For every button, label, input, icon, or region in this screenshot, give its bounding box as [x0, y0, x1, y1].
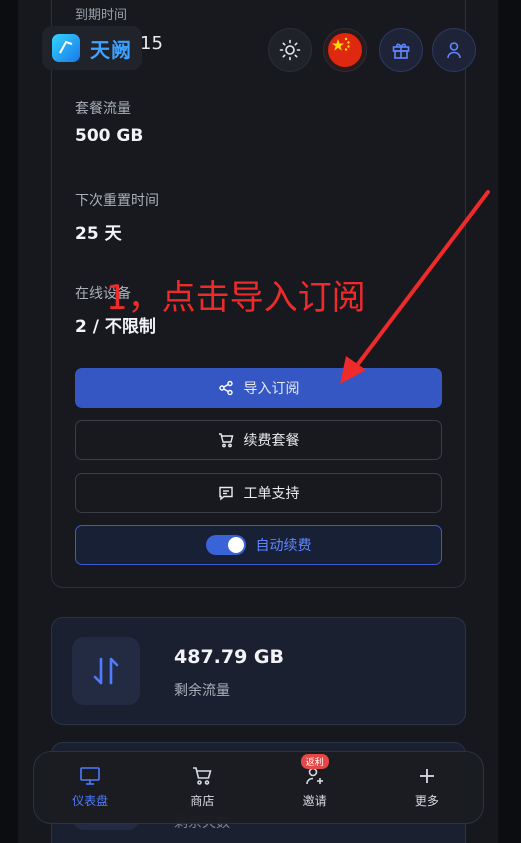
nav-invite[interactable]: 返利 邀请 [259, 752, 371, 823]
nav-dashboard[interactable]: 仪表盘 [34, 752, 146, 823]
nav-more[interactable]: 更多 [371, 752, 483, 823]
theme-toggle-button[interactable] [268, 28, 312, 72]
language-button[interactable] [323, 28, 367, 72]
renew-plan-label: 续费套餐 [243, 433, 300, 449]
import-subscription-button[interactable]: 导入订阅 [75, 368, 442, 408]
plan-traffic-value: 500 GB [75, 126, 144, 146]
gift-button[interactable] [379, 28, 423, 72]
user-plus-icon [305, 767, 323, 785]
reset-time-label: 下次重置时间 [75, 193, 159, 209]
gift-icon [392, 43, 410, 59]
auto-renew-switch[interactable] [205, 535, 246, 555]
plan-traffic-label: 套餐流量 [75, 101, 131, 117]
user-icon [447, 42, 461, 59]
share-icon [218, 380, 233, 396]
ticket-support-label: 工单支持 [243, 486, 300, 502]
message-icon [218, 486, 233, 501]
expiry-label: 到期时间 [75, 8, 128, 23]
ticket-support-button[interactable]: 工单支持 [75, 473, 442, 513]
user-profile-button[interactable] [432, 28, 476, 72]
auto-renew-toggle-row[interactable]: 自动续费 [75, 525, 442, 565]
brand-name: 天阙 [90, 37, 132, 62]
tutorial-annotation: 1，点击导入订阅 [106, 278, 366, 318]
logo-icon [52, 34, 80, 62]
reset-time-value: 25 天 [75, 224, 122, 244]
plus-icon [419, 769, 434, 783]
nav-shop-label: 商店 [190, 794, 215, 808]
bottom-nav: 仪表盘 商店 返利 邀请 更多 [33, 751, 484, 824]
brand-logo[interactable]: 天阙 [42, 26, 142, 70]
import-subscription-label: 导入订阅 [243, 381, 300, 397]
monitor-icon [80, 767, 100, 785]
cart-icon [193, 767, 212, 785]
sun-icon [279, 39, 301, 61]
remaining-traffic-label: 剩余流量 [174, 683, 230, 699]
nav-shop[interactable]: 商店 [146, 752, 258, 823]
nav-invite-label: 邀请 [302, 794, 327, 808]
rebate-badge: 返利 [300, 754, 329, 769]
expiry-value: 15 [140, 33, 163, 54]
cart-icon [218, 433, 233, 448]
renew-plan-button[interactable]: 续费套餐 [75, 420, 442, 460]
china-flag-icon [328, 33, 362, 67]
transfer-arrows-icon [72, 637, 140, 705]
remaining-traffic-value: 487.79 GB [174, 646, 285, 668]
nav-dashboard-label: 仪表盘 [72, 794, 109, 808]
auto-renew-label: 自动续费 [255, 538, 312, 554]
nav-more-label: 更多 [414, 794, 439, 808]
